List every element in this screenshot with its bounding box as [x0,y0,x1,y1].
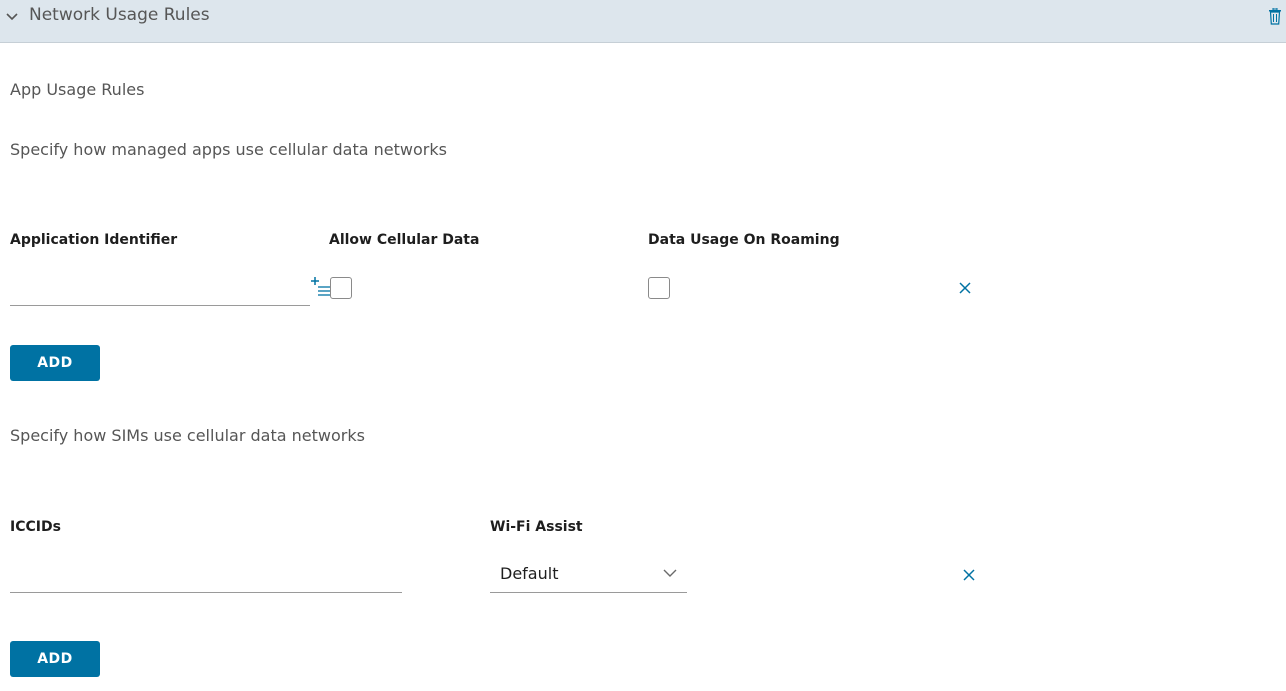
sim-rules-description: Specify how SIMs use cellular data netwo… [10,426,365,445]
app-identifier-input[interactable] [10,270,310,306]
roaming-column-label: Data Usage On Roaming [648,232,840,248]
remove-sim-row-icon[interactable] [963,569,975,581]
chevron-down-icon[interactable] [5,10,19,24]
add-sim-rule-button[interactable]: ADD [10,641,100,677]
chevron-down-icon [663,569,677,577]
section-header[interactable]: Network Usage Rules [0,0,1286,43]
app-usage-rules-title: App Usage Rules [10,80,145,99]
add-app-rule-button[interactable]: ADD [10,345,100,381]
iccids-input[interactable] [10,556,402,593]
allow-cellular-column-label: Allow Cellular Data [329,232,480,248]
app-rules-description: Specify how managed apps use cellular da… [10,140,447,159]
wifi-assist-selected-value: Default [500,564,559,583]
iccids-column-label: ICCIDs [10,519,61,535]
add-list-icon[interactable] [311,276,331,296]
section-title: Network Usage Rules [29,5,210,25]
remove-app-row-icon[interactable] [959,282,971,294]
roaming-checkbox[interactable] [648,277,670,299]
wifi-assist-select[interactable]: Default [490,556,687,593]
wifi-assist-column-label: Wi-Fi Assist [490,519,583,535]
allow-cellular-checkbox[interactable] [330,277,352,299]
trash-icon[interactable] [1268,8,1282,25]
app-id-column-label: Application Identifier [10,232,178,248]
